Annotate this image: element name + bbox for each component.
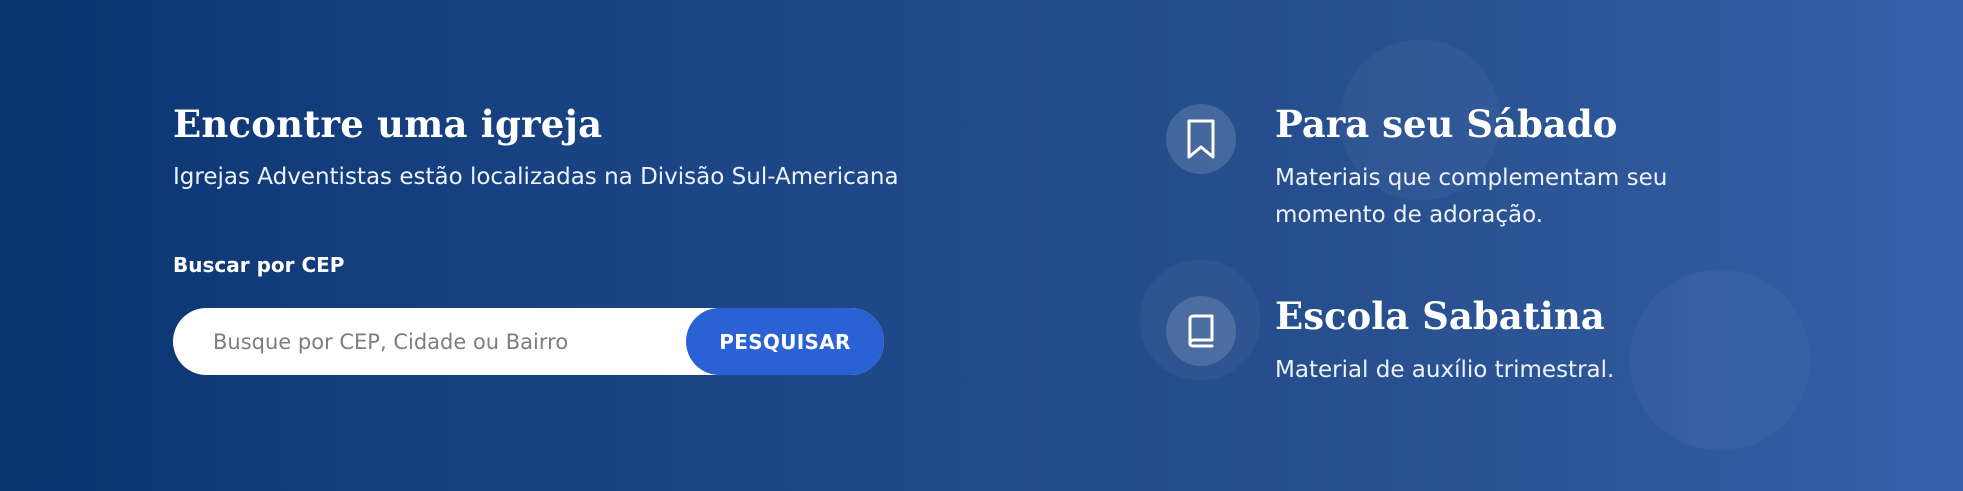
find-church-title: Encontre uma igreja — [173, 102, 603, 146]
feature-description: Material de auxílio trimestral. — [1275, 357, 1615, 383]
find-church-section: Encontre uma igreja Igrejas Adventistas … — [173, 98, 933, 375]
search-input[interactable] — [173, 308, 673, 375]
feature-title[interactable]: Para seu Sábado — [1275, 98, 1735, 150]
bookmark-icon — [1166, 104, 1236, 174]
search-box: PESQUISAR — [173, 308, 884, 375]
find-church-subtitle: Igrejas Adventistas estão localizadas na… — [173, 164, 899, 190]
search-label: Buscar por CEP — [173, 253, 345, 277]
feature-title[interactable]: Escola Sabatina — [1275, 290, 1735, 342]
search-button[interactable]: PESQUISAR — [686, 308, 884, 375]
feature-description: Materiais que complementam seu momento d… — [1275, 165, 1668, 228]
book-icon — [1166, 296, 1236, 366]
